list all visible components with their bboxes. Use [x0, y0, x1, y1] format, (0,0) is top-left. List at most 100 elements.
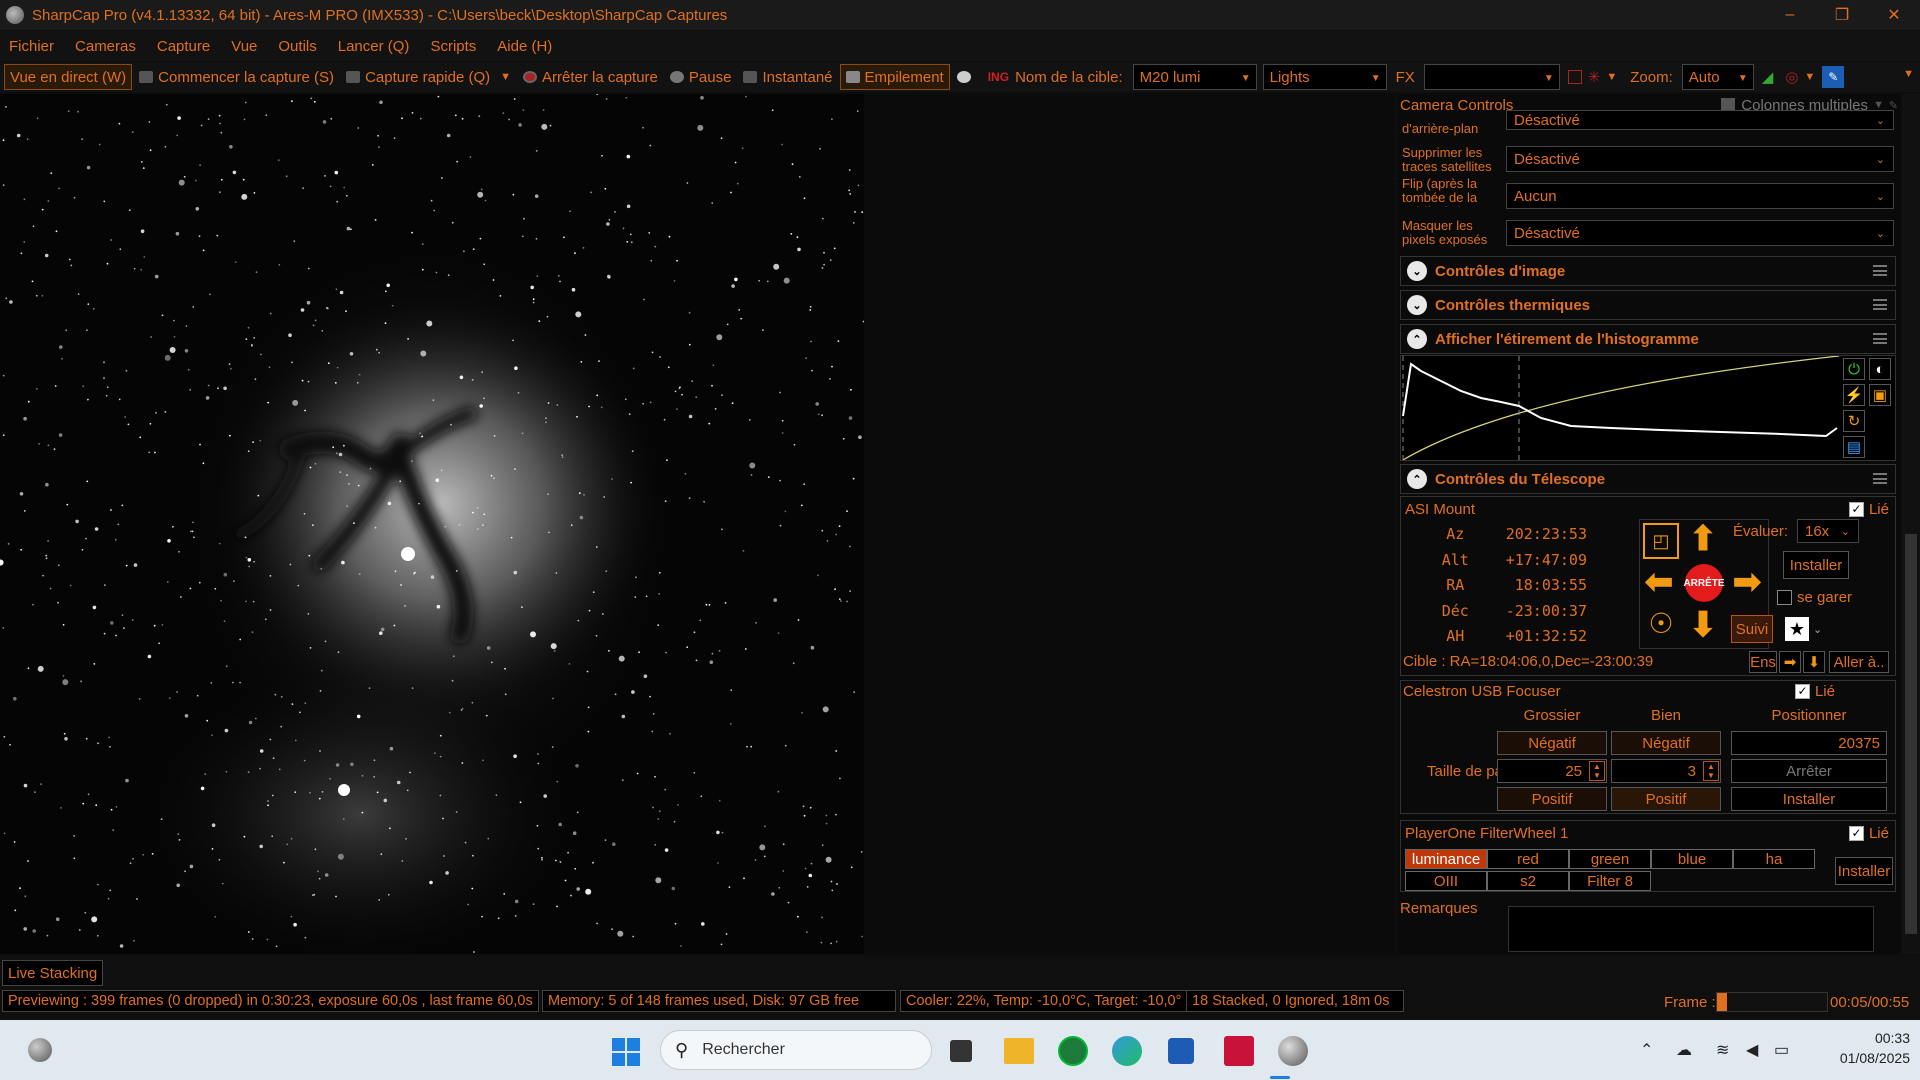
home-target-icon[interactable]: ☉ — [1643, 605, 1679, 641]
flip-select[interactable]: Aucun ⌄ — [1506, 183, 1894, 209]
power-icon[interactable]: ⏻ — [1843, 358, 1865, 380]
astro-app-icon[interactable] — [1058, 1036, 1088, 1066]
filter-green[interactable]: green — [1569, 849, 1651, 869]
preview-image[interactable] — [0, 94, 864, 954]
mount-install-button[interactable]: Installer — [1783, 551, 1849, 579]
arrow-left-icon[interactable]: ⬅ — [1639, 562, 1679, 602]
polar-align-button[interactable]: ✎ — [1822, 66, 1845, 88]
task-view-icon[interactable] — [950, 1040, 972, 1062]
lock-icon[interactable]: ▣ — [1869, 384, 1891, 406]
menu-icon[interactable] — [1873, 265, 1887, 276]
mount-linked-checkbox[interactable]: ✓ Lié — [1848, 501, 1889, 518]
contrast-icon[interactable]: ◐ — [1869, 358, 1891, 380]
filter-s2[interactable]: s2 — [1487, 871, 1569, 891]
menu-fichier[interactable]: Fichier — [9, 38, 54, 55]
snapshot-button[interactable]: Instantané — [738, 64, 837, 90]
position-input[interactable]: 20375 — [1731, 731, 1887, 755]
image-controls-header[interactable]: ⌄ Contrôles d'image — [1400, 256, 1896, 286]
clock-time[interactable]: 00:33 — [1810, 1030, 1910, 1046]
star-select[interactable]: ★ ⌄ — [1785, 615, 1829, 643]
chevron-up-icon[interactable]: ⌃ — [1640, 1040, 1653, 1060]
minimize-icon[interactable]: – — [1764, 0, 1816, 30]
windows-start-icon[interactable] — [612, 1038, 640, 1066]
spiral-search-icon[interactable]: ◰ — [1643, 523, 1679, 559]
scrollbar-thumb[interactable] — [1905, 534, 1917, 934]
menu-scripts[interactable]: Scripts — [430, 38, 476, 55]
menu-aide[interactable]: Aide (H) — [497, 38, 552, 55]
start-capture-button[interactable]: Commencer la capture (S) — [134, 64, 339, 90]
target-name-icon-button[interactable]: ING Nom de la cible: — [983, 64, 1128, 90]
arrow-down-icon[interactable]: ⬇ — [1803, 651, 1825, 673]
dark-frame-button[interactable] — [952, 64, 981, 90]
live-view-button[interactable]: Vue en direct (W) — [4, 64, 133, 90]
filter-oiii[interactable]: OIII — [1405, 871, 1487, 891]
clock-date[interactable]: 01/08/2025 — [1810, 1050, 1910, 1066]
histogram-panel[interactable]: ⏻ ◐ ⚡ ▣ ↻ ▤ — [1400, 355, 1896, 461]
overlay-button[interactable]: ✳ ▼ — [1563, 64, 1622, 90]
edge-icon[interactable] — [1112, 1036, 1142, 1066]
focuser-linked-checkbox[interactable]: ✓ Lié — [1794, 683, 1835, 700]
close-icon[interactable]: ✕ — [1868, 0, 1920, 30]
fine-negative-button[interactable]: Négatif — [1611, 731, 1721, 755]
stop-capture-button[interactable]: Arrêter la capture — [518, 64, 663, 90]
park-checkbox[interactable]: se garer — [1777, 589, 1852, 606]
chevron-down-icon[interactable]: ▼ — [500, 71, 511, 83]
stop-mount-button[interactable]: ARRÊTE — [1683, 564, 1725, 602]
menu-lancer[interactable]: Lancer (Q) — [338, 38, 410, 55]
coarse-negative-button[interactable]: Négatif — [1497, 731, 1607, 755]
network-off-icon[interactable]: ☁ — [1676, 1040, 1692, 1060]
menu-cameras[interactable]: Cameras — [75, 38, 136, 55]
quick-capture-button[interactable]: Capture rapide (Q) ▼ — [341, 64, 516, 90]
goto-button[interactable]: Aller à.. — [1829, 651, 1889, 673]
filterwheel-linked-checkbox[interactable]: ✓ Lié — [1848, 825, 1889, 842]
filter-8[interactable]: Filter 8 — [1569, 871, 1651, 891]
thermal-controls-header[interactable]: ⌄ Contrôles thermiques — [1400, 290, 1896, 320]
maximize-icon[interactable]: ❐ — [1816, 0, 1868, 30]
menu-icon[interactable] — [1873, 299, 1887, 310]
live-stacking-tab[interactable]: Live Stacking — [2, 960, 104, 986]
focus-tool-button[interactable]: ◎ ▼ — [1780, 64, 1820, 90]
rate-select[interactable]: 16x ⌄ — [1797, 519, 1859, 543]
pause-button[interactable]: Pause — [665, 64, 737, 90]
coarse-spinner-icon[interactable]: ▲ ▼ — [1589, 761, 1605, 781]
menu-icon[interactable] — [1873, 333, 1887, 344]
notes-textarea[interactable] — [1508, 906, 1874, 952]
menu-vue[interactable]: Vue — [231, 38, 257, 55]
battery-icon[interactable]: ▭ — [1774, 1040, 1789, 1060]
zoom-select[interactable]: Auto ▼ — [1681, 64, 1754, 90]
arrow-right-icon[interactable]: ➡ — [1727, 562, 1767, 602]
menu-capture[interactable]: Capture — [157, 38, 210, 55]
fine-positive-button[interactable]: Positif — [1611, 787, 1721, 811]
panel-scrollbar[interactable] — [1902, 94, 1920, 954]
filter-blue[interactable]: blue — [1651, 849, 1733, 869]
arrow-down-icon[interactable]: ⬇ — [1683, 605, 1723, 645]
save-icon[interactable]: ▤ — [1843, 436, 1865, 458]
lightning-icon[interactable]: ⚡ — [1843, 384, 1865, 406]
histogram-tool-button[interactable]: ◢ — [1757, 64, 1779, 90]
coarse-positive-button[interactable]: Positif — [1497, 787, 1607, 811]
histogram-header[interactable]: ⌃ Afficher l'étirement de l'histogramme — [1400, 324, 1896, 354]
frame-type-select[interactable]: Lights ▼ — [1262, 64, 1387, 90]
wifi-icon[interactable]: ≋ — [1716, 1040, 1729, 1060]
target-name-select[interactable]: M20 lumi ▼ — [1132, 64, 1257, 90]
stacking-button[interactable]: Empilement — [839, 64, 950, 90]
tracking-button[interactable]: Suivi — [1731, 615, 1773, 643]
sharpcap-taskbar-icon[interactable] — [1278, 1036, 1308, 1066]
menu-outils[interactable]: Outils — [278, 38, 316, 55]
focuser-stop-button[interactable]: Arrêter — [1731, 759, 1887, 783]
arrow-right-icon[interactable]: ➡ — [1779, 651, 1801, 673]
app-icon-red[interactable] — [1224, 1036, 1254, 1066]
widgets-icon[interactable] — [28, 1038, 52, 1062]
bg-removal-select[interactable]: Désactivé ⌄ — [1506, 110, 1894, 130]
mask-pixels-select[interactable]: Désactivé ⌄ — [1506, 220, 1894, 246]
filter-luminance[interactable]: luminance — [1405, 849, 1487, 869]
filter-ha[interactable]: ha — [1733, 849, 1815, 869]
toolbar-overflow-icon[interactable]: ▼ — [1903, 68, 1914, 80]
filterwheel-install-button[interactable]: Installer — [1835, 857, 1893, 885]
volume-icon[interactable]: ◀ — [1746, 1040, 1758, 1060]
ens-button[interactable]: Ens — [1749, 651, 1777, 673]
satellite-select[interactable]: Désactivé ⌄ — [1506, 146, 1894, 172]
fx-select[interactable]: ▼ — [1423, 64, 1560, 90]
store-icon[interactable] — [1168, 1038, 1194, 1064]
file-explorer-icon[interactable] — [1004, 1038, 1034, 1064]
